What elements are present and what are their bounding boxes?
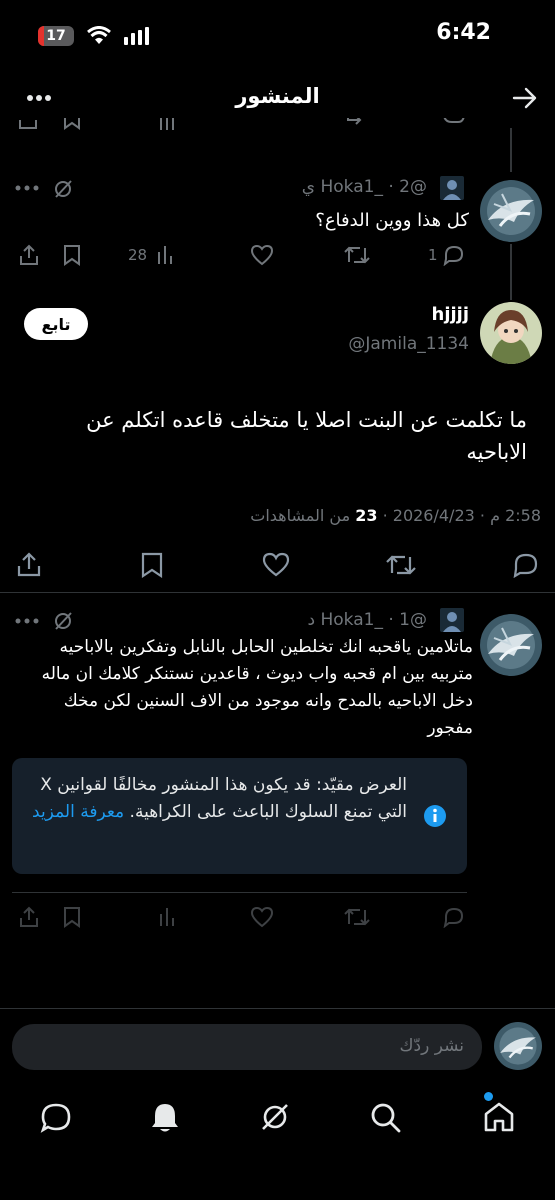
- bookmark-icon[interactable]: [62, 244, 82, 266]
- reply-text: كل هذا ووين الدفاع؟: [315, 210, 469, 231]
- thread-line: [510, 128, 512, 172]
- repost-icon[interactable]: [344, 906, 370, 928]
- reply-icon[interactable]: [512, 552, 540, 578]
- grok-icon[interactable]: [52, 610, 74, 632]
- page-title: المنشور: [235, 84, 320, 108]
- like-icon[interactable]: [250, 244, 274, 266]
- bookmark-icon: [64, 118, 80, 130]
- wifi-icon: [87, 26, 111, 44]
- like-icon[interactable]: [250, 906, 274, 928]
- unread-dot: [484, 1092, 493, 1101]
- notice-body: العرض مقيّد: قد يكون هذا المنشور مخالفًا…: [27, 772, 407, 826]
- clock: 6:42: [436, 20, 491, 45]
- divider: [0, 592, 555, 593]
- reply-placeholder: نشر ردّك: [399, 1036, 464, 1056]
- post-views-count: 23: [355, 506, 378, 525]
- reply-icon[interactable]: [442, 244, 466, 266]
- follow-button[interactable]: تابع: [24, 308, 88, 340]
- reply-icon: [443, 118, 465, 123]
- signal-icon: [124, 27, 149, 45]
- repost-icon[interactable]: [386, 552, 416, 578]
- divider: [0, 1008, 555, 1009]
- home-icon[interactable]: [482, 1100, 516, 1134]
- battery-indicator: 17: [38, 26, 74, 46]
- avatar-placeholder-icon: [440, 176, 464, 200]
- more-icon[interactable]: [14, 617, 40, 625]
- messages-icon[interactable]: [40, 1102, 72, 1134]
- share-icon: [19, 120, 37, 129]
- reply-input[interactable]: نشر ردّك: [12, 1024, 482, 1070]
- search-icon[interactable]: [370, 1102, 402, 1134]
- post-meta: 2:58 م · 2026/4/23 · 23 من المشاهدات: [11, 506, 541, 525]
- status-bar: 17 6:42: [0, 0, 555, 72]
- avatar-placeholder-icon: [440, 608, 464, 632]
- post-views-label: من المشاهدات: [250, 506, 356, 525]
- more-icon[interactable]: [14, 184, 40, 192]
- divider: [12, 892, 467, 893]
- info-icon: [424, 805, 446, 827]
- bell-icon[interactable]: [150, 1102, 180, 1134]
- avatar[interactable]: [480, 180, 542, 242]
- grok-icon[interactable]: [258, 1100, 292, 1134]
- reply-handle[interactable]: @Hoka1_ · 1 د: [207, 610, 427, 630]
- like-icon[interactable]: [262, 552, 290, 578]
- cut-action-row: [0, 118, 555, 140]
- post-text: ما تكلمت عن البنت اصلا يا متخلف قاعده ات…: [86, 408, 527, 464]
- author-name[interactable]: hjjjj: [432, 304, 470, 325]
- grok-icon[interactable]: [52, 178, 74, 200]
- avatar[interactable]: [480, 614, 542, 676]
- avatar[interactable]: [480, 302, 542, 364]
- reply-count: 1: [428, 246, 438, 264]
- repost-icon[interactable]: [344, 244, 370, 266]
- bottom-nav: [0, 1082, 555, 1152]
- thread-line: [510, 244, 512, 300]
- bookmark-icon[interactable]: [62, 906, 82, 928]
- views-icon[interactable]: [156, 244, 176, 266]
- share-icon[interactable]: [16, 552, 42, 578]
- reply-text: ماتلامين ياقحبه انك تخلطين الحابل بالناب…: [41, 637, 473, 738]
- views-icon: [160, 118, 174, 130]
- repost-icon: [347, 118, 362, 125]
- back-arrow-icon[interactable]: [512, 86, 538, 110]
- views-icon[interactable]: [158, 906, 178, 928]
- avatar[interactable]: [494, 1022, 542, 1070]
- view-count: 28: [128, 246, 148, 264]
- share-icon[interactable]: [18, 906, 40, 928]
- post-datetime: 2:58 م · 2026/4/23 ·: [377, 506, 541, 525]
- restriction-notice: العرض مقيّد: قد يكون هذا المنشور مخالفًا…: [12, 758, 467, 874]
- learn-more-link[interactable]: معرفة المزيد: [32, 802, 124, 822]
- reply-handle[interactable]: @Hoka1_ · 2 ي: [227, 177, 427, 197]
- share-icon[interactable]: [18, 244, 40, 266]
- reply-icon[interactable]: [442, 906, 466, 928]
- bookmark-icon[interactable]: [140, 552, 164, 578]
- author-handle[interactable]: @Jamila_1134: [348, 334, 469, 354]
